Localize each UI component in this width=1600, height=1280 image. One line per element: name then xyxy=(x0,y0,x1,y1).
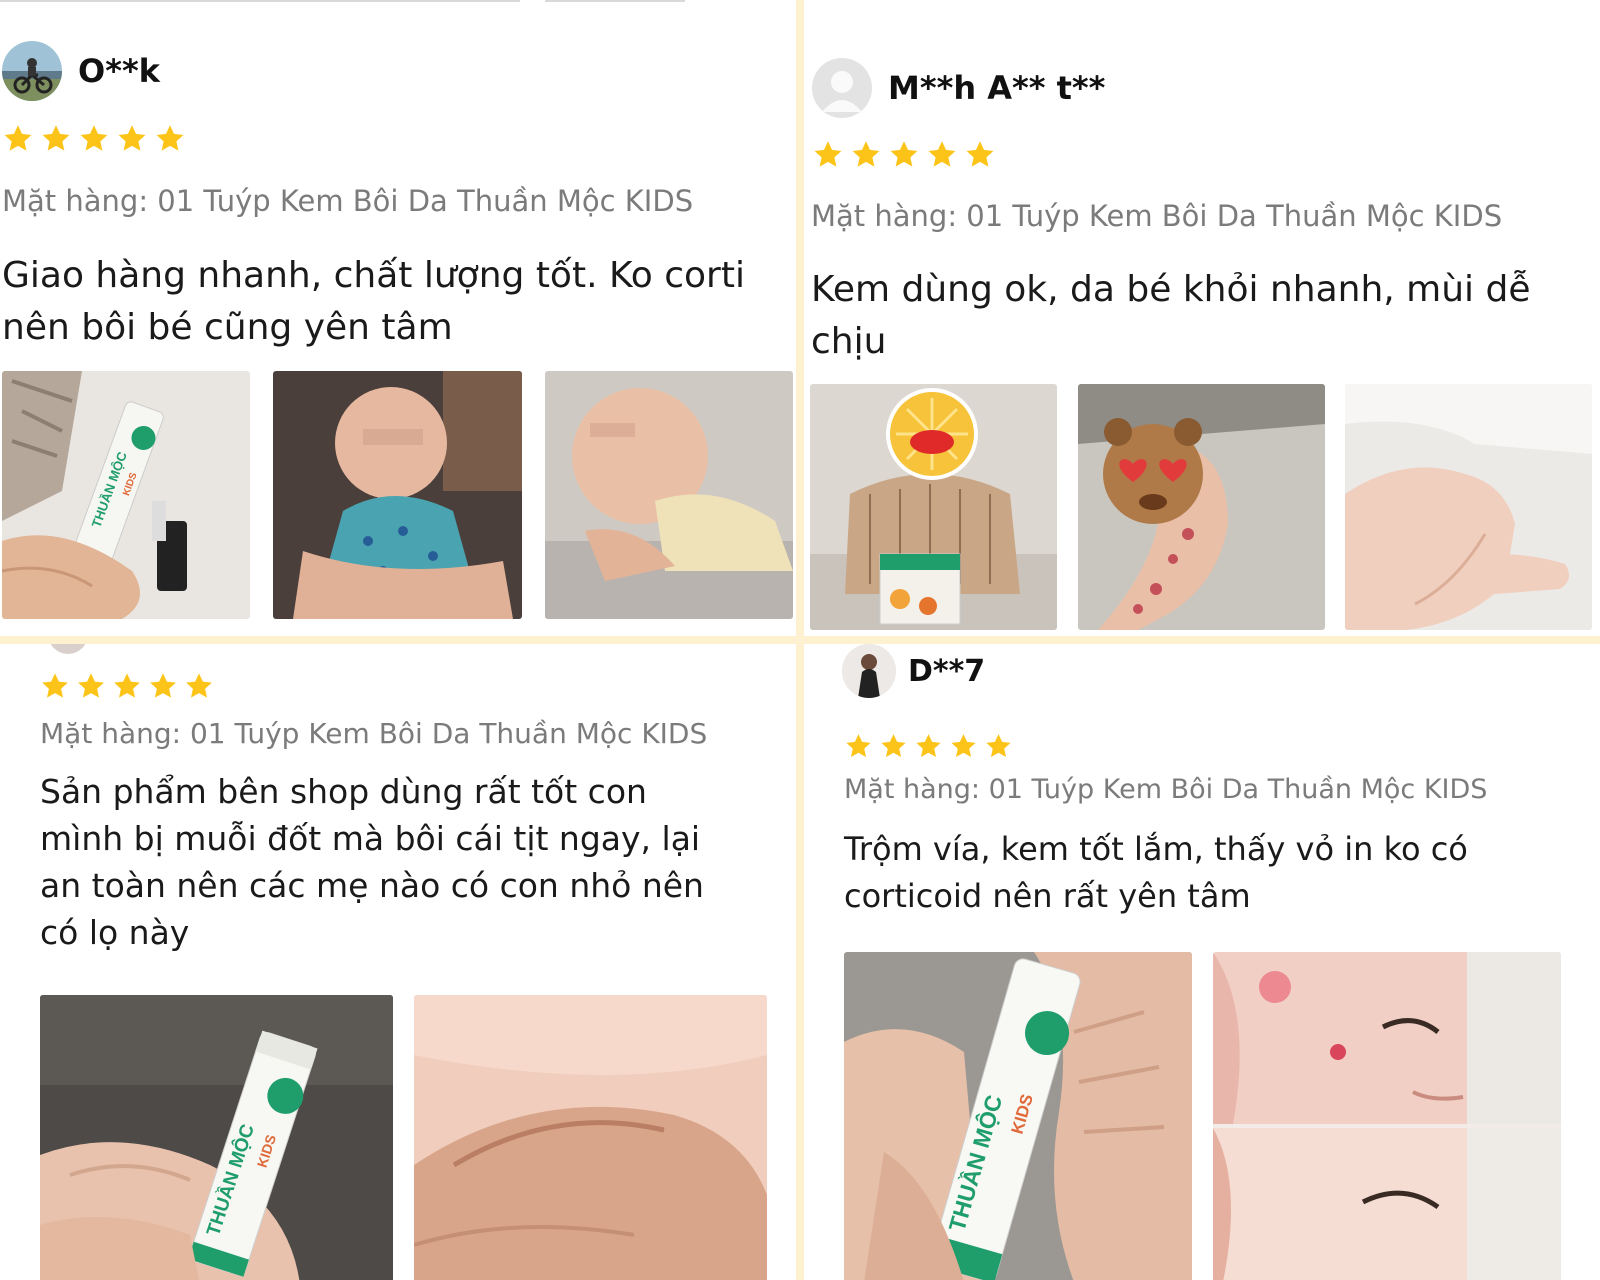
review-photo-skin-closeup[interactable] xyxy=(414,995,767,1280)
review-photo-hand-tube[interactable]: THUẦN MỘC KIDS xyxy=(40,995,393,1280)
baby-face-collage-photo-icon xyxy=(1213,952,1561,1280)
review-photo-hand-tube[interactable]: THUẦN MỘC KIDS xyxy=(844,952,1192,1280)
review-photo-baby[interactable] xyxy=(273,371,522,619)
review-text-line: nên bôi bé cũng yên tâm xyxy=(2,307,453,348)
review-text: Sản phẩm bên shop dùng rất tốt con mình … xyxy=(40,768,704,956)
hand-holding-tube-photo-icon: THUẦN MỘC KIDS xyxy=(40,995,393,1280)
review-photo-leg-bites[interactable] xyxy=(1078,384,1325,630)
review-text-line: corticoid nên rất yên tâm xyxy=(844,877,1251,915)
motorbike-avatar-icon xyxy=(2,41,62,101)
review-photo-baby-lying[interactable] xyxy=(545,371,793,619)
previous-card-edge xyxy=(0,0,520,2)
avatar[interactable] xyxy=(2,41,62,101)
star-icon xyxy=(986,734,1011,757)
review-text-line: Giao hàng nhanh, chất lượng tốt. Ko cort… xyxy=(2,255,745,296)
reviewer-name[interactable]: O**k xyxy=(78,52,160,90)
skin-closeup-photo-icon xyxy=(414,995,767,1280)
review-text: Kem dùng ok, da bé khỏi nhanh, mùi dễ ch… xyxy=(811,264,1531,368)
star-icon xyxy=(966,141,994,167)
product-variant: Mặt hàng: 01 Tuýp Kem Bôi Da Thuần Mộc K… xyxy=(844,774,1488,805)
rating-stars xyxy=(2,124,186,154)
leg-bites-photo-icon xyxy=(1078,384,1325,630)
review-card-3: Mặt hàng: 01 Tuýp Kem Bôi Da Thuần Mộc K… xyxy=(0,644,796,1280)
reviewer-header: M**h A** t** xyxy=(812,58,1105,118)
star-icon xyxy=(156,125,184,151)
reviewer-name[interactable]: D**7 xyxy=(908,654,985,689)
star-icon xyxy=(118,125,146,151)
star-icon xyxy=(42,125,70,151)
review-card-2: M**h A** t** Mặt hàng: 01 Tuýp Kem Bôi D… xyxy=(804,0,1600,636)
review-photo-baby-face-collage[interactable] xyxy=(1213,952,1561,1280)
baby-lying-photo-icon xyxy=(545,371,793,619)
product-variant: Mặt hàng: 01 Tuýp Kem Bôi Da Thuần Mộc K… xyxy=(811,199,1503,233)
user-photo-avatar-icon xyxy=(842,644,896,698)
product-variant: Mặt hàng: 01 Tuýp Kem Bôi Da Thuần Mộc K… xyxy=(2,184,694,218)
star-icon xyxy=(852,141,880,167)
star-icon xyxy=(916,734,941,757)
rating-stars xyxy=(844,733,1013,760)
star-icon xyxy=(114,673,140,698)
review-text: Giao hàng nhanh, chất lượng tốt. Ko cort… xyxy=(2,250,745,354)
review-text-line: chịu xyxy=(811,321,887,362)
product-tube-photo-icon: THUẦN MỘC KIDS xyxy=(2,371,250,619)
review-photo-leg-healed[interactable] xyxy=(1345,384,1592,630)
star-icon xyxy=(846,734,871,757)
star-icon xyxy=(890,141,918,167)
review-photo-baby-with-box[interactable] xyxy=(810,384,1057,630)
review-text-line: có lọ này xyxy=(40,913,190,952)
review-text-line: Trộm vía, kem tốt lắm, thấy vỏ in ko có xyxy=(844,830,1468,868)
baby-photo-icon xyxy=(273,371,522,619)
leg-healed-photo-icon xyxy=(1345,384,1592,630)
star-icon xyxy=(881,734,906,757)
default-user-icon xyxy=(822,71,862,112)
review-card-1: O**k Mặt hàng: 01 Tuýp Kem Bôi Da Thuần … xyxy=(0,0,796,636)
star-icon xyxy=(42,673,68,698)
review-text-line: mình bị muỗi đốt mà bôi cái tịt ngay, lạ… xyxy=(40,819,701,858)
review-text-line: Kem dùng ok, da bé khỏi nhanh, mùi dễ xyxy=(811,269,1531,310)
star-icon xyxy=(78,673,104,698)
star-icon xyxy=(928,141,956,167)
reviewer-header: D**7 xyxy=(842,644,985,698)
avatar[interactable] xyxy=(48,644,88,654)
avatar[interactable] xyxy=(812,58,872,118)
star-icon xyxy=(186,673,212,698)
star-icon xyxy=(814,141,842,167)
star-icon xyxy=(150,673,176,698)
avatar[interactable] xyxy=(842,644,896,698)
product-variant: Mặt hàng: 01 Tuýp Kem Bôi Da Thuần Mộc K… xyxy=(40,717,708,750)
star-icon xyxy=(4,125,32,151)
rating-stars xyxy=(812,140,996,170)
review-text-line: an toàn nên các mẹ nào có con nhỏ nên xyxy=(40,866,704,905)
reviewer-name[interactable]: M**h A** t** xyxy=(888,69,1105,107)
reviewer-header: O**k xyxy=(2,41,160,101)
review-text-line: Sản phẩm bên shop dùng rất tốt con xyxy=(40,772,647,811)
previous-card-edge xyxy=(545,0,685,2)
review-text: Trộm vía, kem tốt lắm, thấy vỏ in ko có … xyxy=(844,826,1468,920)
hand-holding-tube-photo-icon: THUẦN MỘC KIDS xyxy=(844,952,1192,1280)
rating-stars xyxy=(40,672,214,701)
review-photo-product-tube[interactable]: THUẦN MỘC KIDS xyxy=(2,371,250,619)
baby-with-box-photo-icon xyxy=(810,384,1057,630)
star-icon xyxy=(80,125,108,151)
star-icon xyxy=(951,734,976,757)
review-card-4: D**7 Mặt hàng: 01 Tuýp Kem Bôi Da Thuần … xyxy=(804,644,1600,1280)
